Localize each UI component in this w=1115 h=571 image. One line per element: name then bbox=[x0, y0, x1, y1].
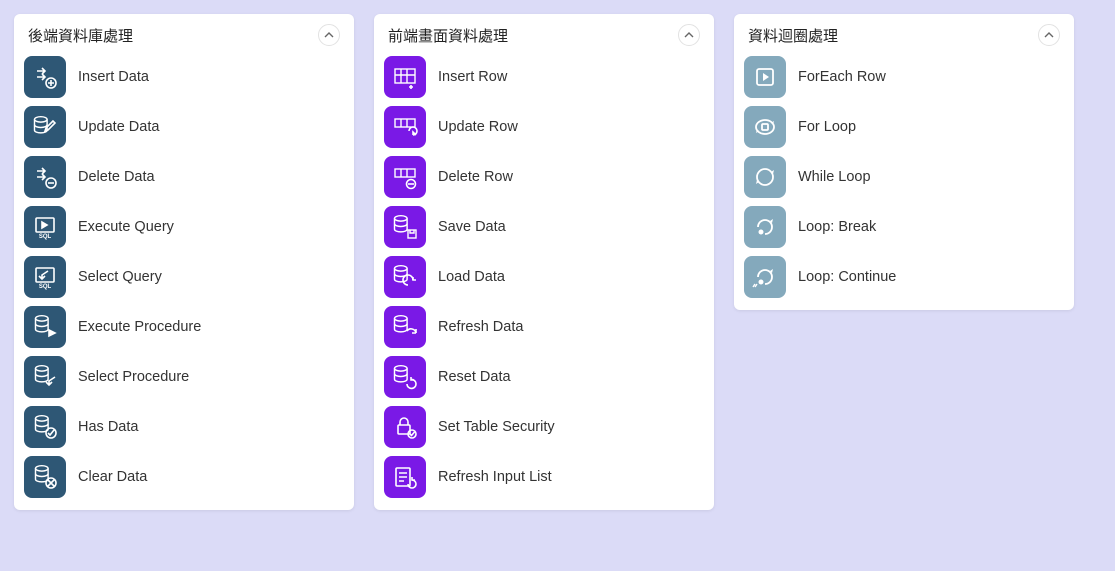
panel-title: 後端資料庫處理 bbox=[28, 25, 133, 46]
collapse-button[interactable] bbox=[1038, 24, 1060, 46]
insert-data-icon bbox=[24, 56, 66, 98]
item-label: While Loop bbox=[798, 169, 871, 185]
save-data-icon bbox=[384, 206, 426, 248]
load-data-icon bbox=[384, 256, 426, 298]
loop-continue-icon bbox=[744, 256, 786, 298]
item-label: Loop: Continue bbox=[798, 269, 896, 285]
item-label: Refresh Input List bbox=[438, 469, 552, 485]
delete-data-icon bbox=[24, 156, 66, 198]
item-label: ForEach Row bbox=[798, 69, 886, 85]
item-label: Update Row bbox=[438, 119, 518, 135]
item-label: Has Data bbox=[78, 419, 138, 435]
item-label: Update Data bbox=[78, 119, 159, 135]
refresh-data-icon bbox=[384, 306, 426, 348]
frontend-data-panel: 前端畫面資料處理 Insert Row Update Row Delete Ro… bbox=[374, 14, 714, 510]
set-table-security-icon bbox=[384, 406, 426, 448]
loop-continue-item[interactable]: Loop: Continue bbox=[744, 256, 1064, 298]
insert-row-icon bbox=[384, 56, 426, 98]
item-label: Delete Data bbox=[78, 169, 155, 185]
panel-title: 資料迴圈處理 bbox=[748, 25, 838, 46]
chevron-up-icon bbox=[684, 30, 694, 40]
item-label: Execute Procedure bbox=[78, 319, 201, 335]
update-data-item[interactable]: Update Data bbox=[24, 106, 344, 148]
set-table-security-item[interactable]: Set Table Security bbox=[384, 406, 704, 448]
item-label: Insert Data bbox=[78, 69, 149, 85]
item-label: Set Table Security bbox=[438, 419, 555, 435]
delete-row-item[interactable]: Delete Row bbox=[384, 156, 704, 198]
loop-break-icon bbox=[744, 206, 786, 248]
item-label: Insert Row bbox=[438, 69, 507, 85]
update-row-icon bbox=[384, 106, 426, 148]
item-label: Clear Data bbox=[78, 469, 147, 485]
chevron-up-icon bbox=[324, 30, 334, 40]
panel-header: 資料迴圈處理 bbox=[734, 14, 1074, 52]
for-loop-icon bbox=[744, 106, 786, 148]
select-procedure-item[interactable]: Select Procedure bbox=[24, 356, 344, 398]
delete-row-icon bbox=[384, 156, 426, 198]
panel-body: Insert Row Update Row Delete Row Save Da… bbox=[374, 52, 714, 510]
collapse-button[interactable] bbox=[318, 24, 340, 46]
execute-procedure-item[interactable]: Execute Procedure bbox=[24, 306, 344, 348]
svg-text:SQL: SQL bbox=[39, 284, 52, 290]
item-label: Save Data bbox=[438, 219, 506, 235]
load-data-item[interactable]: Load Data bbox=[384, 256, 704, 298]
backend-db-panel: 後端資料庫處理 Insert Data Update Data Delete D… bbox=[14, 14, 354, 510]
refresh-input-list-icon bbox=[384, 456, 426, 498]
chevron-up-icon bbox=[1044, 30, 1054, 40]
item-label: For Loop bbox=[798, 119, 856, 135]
item-label: Load Data bbox=[438, 269, 505, 285]
insert-row-item[interactable]: Insert Row bbox=[384, 56, 704, 98]
clear-data-icon bbox=[24, 456, 66, 498]
select-query-icon: SQL bbox=[24, 256, 66, 298]
has-data-item[interactable]: Has Data bbox=[24, 406, 344, 448]
panel-header: 後端資料庫處理 bbox=[14, 14, 354, 52]
item-label: Refresh Data bbox=[438, 319, 523, 335]
select-procedure-icon bbox=[24, 356, 66, 398]
delete-data-item[interactable]: Delete Data bbox=[24, 156, 344, 198]
panel-title: 前端畫面資料處理 bbox=[388, 25, 508, 46]
update-data-icon bbox=[24, 106, 66, 148]
execute-procedure-icon bbox=[24, 306, 66, 348]
has-data-icon bbox=[24, 406, 66, 448]
execute-query-item[interactable]: SQL Execute Query bbox=[24, 206, 344, 248]
loop-break-item[interactable]: Loop: Break bbox=[744, 206, 1064, 248]
item-label: Loop: Break bbox=[798, 219, 876, 235]
svg-text:SQL: SQL bbox=[39, 234, 52, 240]
panel-body: Insert Data Update Data Delete Data SQL … bbox=[14, 52, 354, 510]
refresh-data-item[interactable]: Refresh Data bbox=[384, 306, 704, 348]
for-loop-item[interactable]: For Loop bbox=[744, 106, 1064, 148]
select-query-item[interactable]: SQL Select Query bbox=[24, 256, 344, 298]
item-label: Execute Query bbox=[78, 219, 174, 235]
item-label: Select Procedure bbox=[78, 369, 189, 385]
update-row-item[interactable]: Update Row bbox=[384, 106, 704, 148]
reset-data-icon bbox=[384, 356, 426, 398]
item-label: Delete Row bbox=[438, 169, 513, 185]
reset-data-item[interactable]: Reset Data bbox=[384, 356, 704, 398]
while-loop-item[interactable]: While Loop bbox=[744, 156, 1064, 198]
save-data-item[interactable]: Save Data bbox=[384, 206, 704, 248]
panel-body: ForEach Row For Loop While Loop Loop: Br… bbox=[734, 52, 1074, 310]
refresh-input-list-item[interactable]: Refresh Input List bbox=[384, 456, 704, 498]
insert-data-item[interactable]: Insert Data bbox=[24, 56, 344, 98]
clear-data-item[interactable]: Clear Data bbox=[24, 456, 344, 498]
while-loop-icon bbox=[744, 156, 786, 198]
collapse-button[interactable] bbox=[678, 24, 700, 46]
panel-header: 前端畫面資料處理 bbox=[374, 14, 714, 52]
loop-panel: 資料迴圈處理 ForEach Row For Loop While Loop bbox=[734, 14, 1074, 310]
item-label: Reset Data bbox=[438, 369, 511, 385]
item-label: Select Query bbox=[78, 269, 162, 285]
foreach-row-icon bbox=[744, 56, 786, 98]
foreach-row-item[interactable]: ForEach Row bbox=[744, 56, 1064, 98]
execute-query-icon: SQL bbox=[24, 206, 66, 248]
